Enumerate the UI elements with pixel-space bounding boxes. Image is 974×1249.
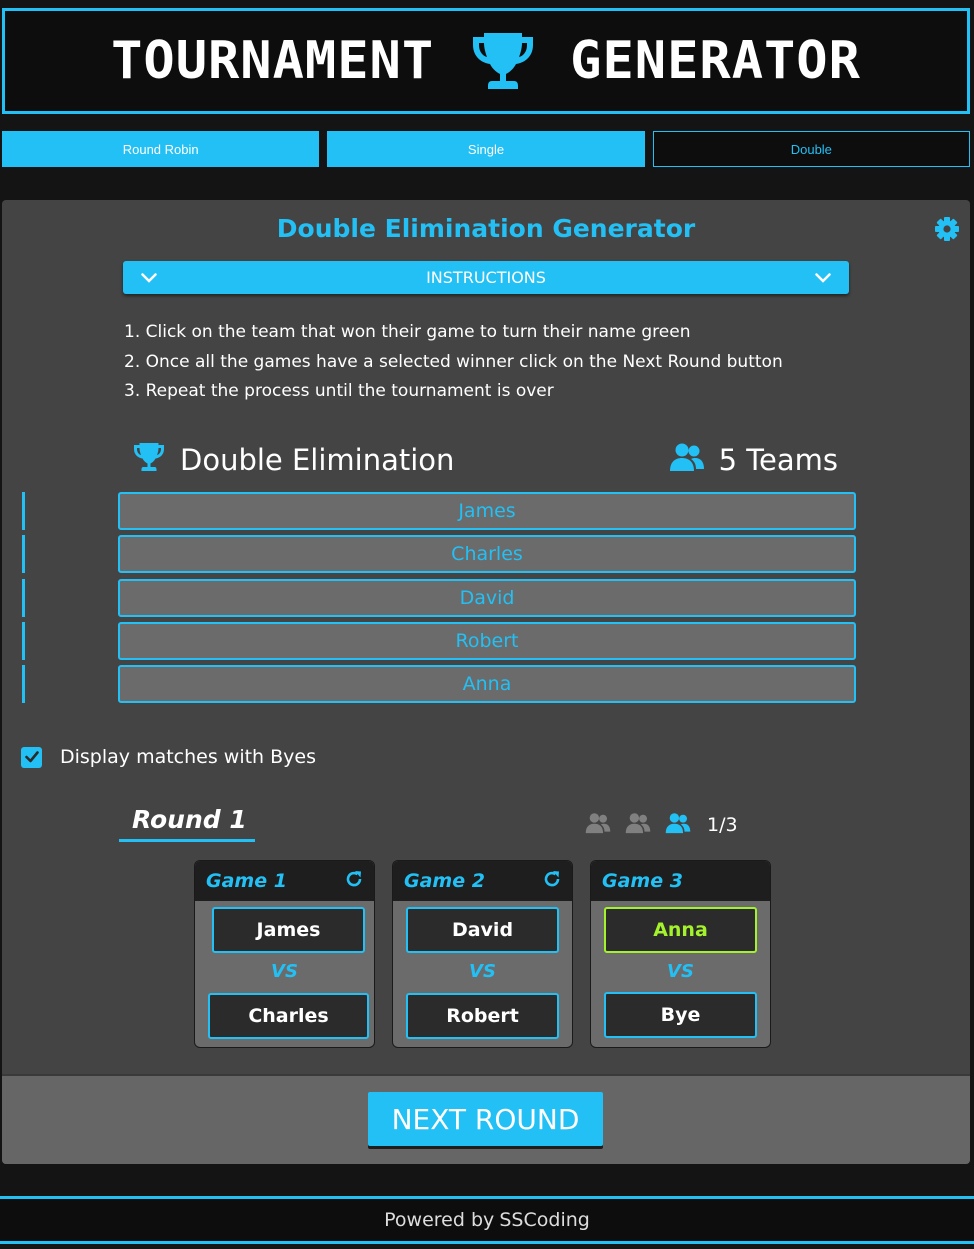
chevron-down-icon xyxy=(815,268,831,287)
list-item: Charles xyxy=(22,533,862,576)
chevron-down-icon xyxy=(141,268,157,287)
game-team-1[interactable]: James xyxy=(212,907,365,953)
users-icon xyxy=(669,442,705,479)
tab-round-robin[interactable]: Round Robin xyxy=(2,131,320,167)
refresh-icon[interactable] xyxy=(344,869,364,893)
mode-tabs: Round Robin Single Double xyxy=(2,131,970,167)
team-name[interactable]: David xyxy=(118,578,856,617)
vs-label: VS xyxy=(469,961,496,982)
game-team-2[interactable]: Charles xyxy=(208,993,369,1039)
drag-handle[interactable] xyxy=(22,578,25,617)
instructions-toggle[interactable]: INSTRUCTIONS xyxy=(123,261,849,294)
tab-single[interactable]: Single xyxy=(327,131,645,167)
round-pager: 1/3 xyxy=(585,812,738,838)
site-header: TOURNAMENT GENERATOR xyxy=(2,8,970,114)
generator-panel: Double Elimination Generator INSTRUCTION… xyxy=(2,200,970,1164)
instructions-list: 1. Click on the team that won their game… xyxy=(124,318,783,407)
game-card: Game 3 Anna VS Bye xyxy=(590,860,771,1048)
game-title: Game 1 xyxy=(206,870,287,892)
title-right: GENERATOR xyxy=(570,31,861,91)
game-card: Game 2 David VS Robert xyxy=(392,860,573,1048)
list-item: Anna xyxy=(22,663,862,706)
title-left: TOURNAMENT xyxy=(111,31,435,91)
list-item: David xyxy=(22,577,862,620)
powered-by-label: Powered by xyxy=(384,1209,495,1231)
team-name[interactable]: Charles xyxy=(118,535,856,574)
drag-handle[interactable] xyxy=(22,621,25,660)
game-title: Game 2 xyxy=(404,870,485,892)
game-card: Game 1 James VS Charles xyxy=(194,860,375,1048)
instructions-label: INSTRUCTIONS xyxy=(426,268,546,287)
panel-title: Double Elimination Generator xyxy=(276,214,696,243)
team-count: 5 Teams xyxy=(718,443,838,477)
team-list: James Charles David Robert Anna xyxy=(22,490,862,706)
panel-footer: NEXT ROUND xyxy=(2,1074,970,1164)
list-item: Robert xyxy=(22,620,862,663)
users-icon[interactable] xyxy=(585,812,611,838)
instruction-item: 3. Repeat the process until the tourname… xyxy=(124,381,554,401)
byes-checkbox[interactable] xyxy=(21,746,42,768)
site-footer: Powered by SSCoding xyxy=(0,1196,974,1244)
game-title: Game 3 xyxy=(602,870,683,892)
round-page-indicator: 1/3 xyxy=(707,814,738,836)
bye-option: Display matches with Byes xyxy=(21,746,316,768)
mode-summary: Double Elimination 5 Teams xyxy=(132,440,838,480)
drag-handle[interactable] xyxy=(22,535,25,574)
instruction-item: 1. Click on the team that won their game… xyxy=(124,322,691,342)
tab-double[interactable]: Double xyxy=(652,131,970,167)
drag-handle[interactable] xyxy=(22,492,25,530)
game-team-2[interactable]: Robert xyxy=(406,993,559,1039)
game-team-1[interactable]: David xyxy=(406,907,559,953)
team-name[interactable]: James xyxy=(118,492,856,530)
round-title: Round 1 xyxy=(119,805,255,842)
vs-label: VS xyxy=(271,961,298,982)
trophy-icon xyxy=(468,26,538,96)
drag-handle[interactable] xyxy=(22,665,25,704)
byes-label: Display matches with Byes xyxy=(60,746,317,768)
game-team-1[interactable]: Anna xyxy=(604,907,757,953)
users-icon[interactable] xyxy=(665,812,691,838)
team-name[interactable]: Anna xyxy=(118,665,856,704)
mode-label: Double Elimination xyxy=(180,443,455,477)
team-name[interactable]: Robert xyxy=(118,621,856,660)
game-team-2[interactable]: Bye xyxy=(604,992,757,1038)
next-round-button[interactable]: NEXT ROUND xyxy=(368,1092,603,1146)
instruction-item: 2. Once all the games have a selected wi… xyxy=(124,351,783,372)
list-item: James xyxy=(22,490,862,533)
sscoding-link[interactable]: SSCoding xyxy=(499,1209,589,1231)
trophy-icon xyxy=(132,441,166,480)
games-row: Game 1 James VS Charles Game 2 David VS … xyxy=(194,860,771,1048)
users-icon[interactable] xyxy=(625,812,651,838)
vs-label: VS xyxy=(667,961,694,982)
refresh-icon[interactable] xyxy=(542,869,562,893)
